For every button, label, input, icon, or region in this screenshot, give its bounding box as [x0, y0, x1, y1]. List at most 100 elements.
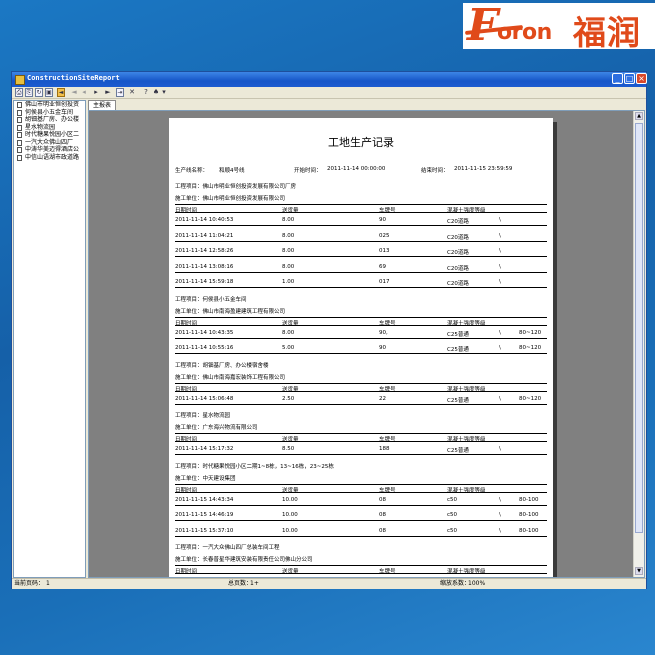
print-icon[interactable]: ⎙	[15, 88, 23, 97]
unit-line: 施工单位：佛山市明业恒创投资发展有限公司	[175, 194, 285, 202]
datetime-cell: 2011-11-14 15:17:32	[175, 446, 234, 452]
first-page-icon[interactable]: ◄	[70, 88, 78, 97]
report-tree[interactable]: 佛山市明业恒创投资 何侯县小五金车间 胡钿基厂房、办公楼 星水物流园 时代糖果悦园小区二…	[13, 100, 86, 578]
tree-item-label: 中涛华美迈得酒店公	[25, 146, 80, 153]
table-header: 日期时间 送货量 车牌号 混凝土强度等级	[175, 316, 547, 327]
brand-logo: F oron 福润	[463, 3, 655, 49]
tree-item-label: 时代糖果悦园小区二	[25, 131, 80, 138]
volume-cell: 2.50	[282, 395, 295, 402]
tree-item[interactable]: 佛山市明业恒创投资	[14, 101, 85, 109]
plate-cell: 08	[379, 496, 386, 503]
project-line: 工程项目：佛山市明业恒创投资发展有限公司厂房	[175, 182, 296, 190]
volume-cell: 10.00	[282, 496, 298, 503]
unit-line: 施工单位：佛山市南海盈建建筑工程有限公司	[175, 307, 285, 315]
tree-item[interactable]: 何侯县小五金车间	[14, 109, 85, 117]
unit-value: 佛山市南海嘉宏装饰工程有限公司	[202, 374, 286, 381]
prev-page-icon[interactable]: ◂	[80, 88, 88, 97]
unit-value: 佛山市南海盈建建筑工程有限公司	[202, 308, 286, 315]
tree-item[interactable]: 中信山语湖市政道路	[14, 154, 85, 162]
document-icon	[17, 139, 22, 146]
project-label: 工程项目：	[175, 296, 203, 303]
column-header: 混凝土强度等级	[447, 569, 486, 575]
line-label: 生产线名称：	[175, 168, 209, 174]
tree-item-label: 中信山语湖市政道路	[25, 153, 80, 161]
grade-cell: C20道路	[447, 281, 469, 287]
app-icon	[15, 75, 25, 85]
grade-cell: c50	[447, 496, 458, 503]
volume-cell: 10.00	[282, 512, 298, 518]
next-page-icon[interactable]: ▸	[92, 88, 100, 97]
project-label: 工程项目：	[175, 545, 203, 551]
tree-item[interactable]: 时代糖果悦园小区二	[14, 131, 85, 139]
datetime-cell: 2011-11-15 14:43:34	[175, 496, 234, 503]
page-setup-icon[interactable]: ▣	[45, 88, 53, 97]
column-header: 日期时间	[175, 569, 198, 575]
slump-cell: 80~120	[519, 329, 542, 336]
table-row: 2011-11-15 15:37:10 10.00 08 c50 \ 80-100	[175, 524, 547, 537]
scroll-down-icon[interactable]: ▼	[635, 567, 643, 575]
slash-cell: \	[499, 232, 501, 239]
grade-cell: C25普通	[447, 347, 469, 353]
tree-item[interactable]: 胡钿基厂房、办公楼	[14, 116, 85, 124]
table-row: 2011-11-15 14:43:34 10.00 08 c50 \ 80-100	[175, 493, 547, 506]
close-report-icon[interactable]: ✕	[128, 88, 136, 97]
start-label: 开始时间：	[294, 168, 322, 174]
volume-cell: 8.00	[282, 263, 295, 270]
zoom-dropdown-icon[interactable]: ▾	[161, 88, 167, 97]
refresh-icon[interactable]: ↻	[35, 88, 43, 97]
close-button[interactable]: ×	[636, 73, 647, 84]
title-bar[interactable]: ConstructionSiteReport _ □ ×	[12, 72, 647, 87]
end-label: 结束时间：	[421, 168, 449, 174]
unit-line: 施工单位：长春普星华建筑安装有限责任公司佛山分公司	[175, 555, 313, 563]
datetime-cell: 2011-11-14 10:55:16	[175, 345, 234, 351]
datetime-cell: 2011-11-14 10:43:35	[175, 329, 234, 336]
grade-cell: C20道路	[447, 219, 469, 225]
table-header: 日期时间 送货量 车牌号 混凝土强度等级	[175, 483, 547, 494]
project-value: 时代糖果悦园小区二期1~8栋，13~16栋，23~25栋	[202, 463, 334, 470]
report-window: ConstructionSiteReport _ □ × ⎙ ⎘ ↻ ▣ ◄ ◄…	[11, 71, 647, 589]
goto-page-icon[interactable]: ⇥	[116, 88, 124, 97]
datetime-cell: 2011-11-15 15:37:10	[175, 527, 234, 534]
table-row: 2011-11-15 14:46:19 10.00 08 c50 \ 80-100	[175, 508, 547, 521]
tree-item[interactable]: 中涛华美迈得酒店公	[14, 146, 85, 154]
export-icon[interactable]: ⎘	[25, 88, 33, 97]
plate-cell: 90	[379, 345, 386, 351]
datetime-cell: 2011-11-14 11:04:21	[175, 232, 234, 239]
project-value: 佛山市明业恒创投资发展有限公司厂房	[202, 184, 297, 190]
scroll-thumb[interactable]	[635, 123, 643, 533]
tab-bar: 主报表	[88, 100, 645, 111]
help-icon[interactable]: ?	[142, 88, 150, 97]
tree-toggle-icon[interactable]: ◄	[57, 88, 65, 97]
document-icon	[17, 132, 22, 138]
maximize-button[interactable]: □	[624, 73, 635, 84]
tree-item[interactable]: 一汽大众佛山四厂	[14, 139, 85, 147]
volume-cell: 10.00	[282, 527, 298, 534]
page-label: 当前页码：	[14, 580, 45, 587]
page-value: 1	[46, 580, 50, 587]
table-row: 2011-11-14 12:58:26 8.00 013 C20道路 \	[175, 244, 547, 257]
slash-cell: \	[499, 395, 501, 402]
grade-cell: C25普通	[447, 331, 469, 338]
brand-chinese-name: 福润	[573, 13, 641, 49]
scroll-up-icon[interactable]: ▲	[635, 112, 643, 120]
start-value: 2011-11-14 00:00:00	[327, 166, 386, 172]
brand-name: oron	[497, 20, 552, 45]
document-icon	[17, 147, 22, 153]
project-label: 工程项目：	[175, 184, 203, 190]
zoom-icon[interactable]: ♠	[152, 88, 160, 97]
table-row: 2011-11-14 13:08:16 8.00 69 C20道路 \	[175, 260, 547, 273]
plate-cell: 90,	[379, 329, 388, 336]
last-page-icon[interactable]: ►	[104, 88, 112, 97]
tree-item[interactable]: 星水物流园	[14, 124, 85, 132]
document-icon	[17, 124, 22, 131]
unit-label: 施工单位：	[175, 196, 203, 202]
vertical-scrollbar[interactable]: ▲ ▼	[633, 111, 644, 577]
slump-cell: 80-100	[519, 496, 539, 503]
preview-pane[interactable]: 工地生产记录 生产线名称： 和顺4号线 开始时间： 2011-11-14 00:…	[88, 110, 645, 578]
end-value: 2011-11-15 23:59:59	[454, 166, 513, 172]
tree-item-label: 胡钿基厂房、办公楼	[25, 116, 80, 123]
minimize-button[interactable]: _	[612, 73, 623, 84]
grade-cell: C25普通	[447, 397, 469, 404]
volume-cell: 5.00	[282, 345, 295, 351]
unit-label: 施工单位：	[175, 425, 203, 431]
